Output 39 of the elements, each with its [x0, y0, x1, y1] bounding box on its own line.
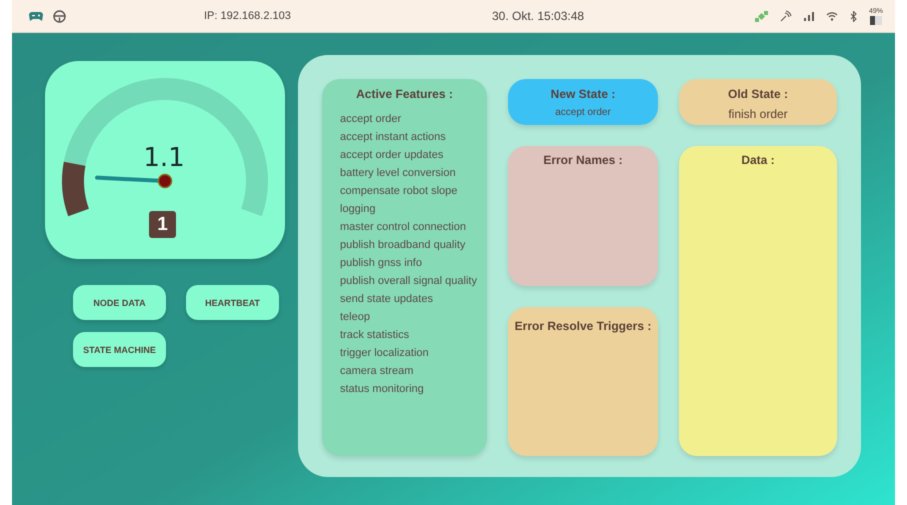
- feature-item: battery level conversion: [340, 166, 457, 181]
- card-title: Error Names :: [543, 153, 623, 167]
- signal-icon: [780, 10, 792, 22]
- gamepad-icon: [29, 10, 43, 22]
- feature-item: send state updates: [340, 292, 434, 307]
- cellular-icon: [804, 12, 814, 20]
- feature-item: logging: [340, 202, 376, 217]
- feature-item: publish gnss info: [340, 256, 423, 271]
- ip-address: IP: 192.168.2.103: [204, 10, 291, 22]
- gauge-badge: 1: [149, 211, 176, 238]
- date-time: 30. Okt. 15:03:48: [492, 9, 584, 23]
- wifi-icon: [826, 11, 838, 21]
- feature-item: camera stream: [340, 364, 414, 379]
- satellite-icon: [754, 10, 768, 22]
- card-title: Error Resolve Triggers :: [514, 319, 652, 333]
- steering-wheel-icon: [53, 10, 66, 22]
- gauge-value: 1.1: [143, 143, 185, 173]
- card-title: Data :: [741, 153, 775, 167]
- feature-item: accept order updates: [340, 148, 444, 163]
- feature-item: publish overall signal quality: [340, 274, 478, 289]
- feature-item: master control connection: [340, 220, 467, 235]
- feature-item: status monitoring: [340, 382, 425, 397]
- feature-item: accept instant actions: [340, 130, 447, 145]
- feature-item: trigger localization: [340, 346, 430, 361]
- card-title: Old State :: [728, 87, 788, 101]
- feature-item: publish broadband quality: [340, 238, 466, 253]
- card-title: Active Features :: [355, 87, 454, 101]
- nav-button[interactable]: NODE DATA: [73, 285, 166, 320]
- state-value: finish order: [728, 107, 788, 121]
- bluetooth-icon: [850, 10, 857, 22]
- feature-item: accept order: [340, 112, 402, 127]
- feature-item: teleop: [340, 310, 371, 325]
- feature-item: compensate robot slope: [340, 184, 458, 199]
- nav-button[interactable]: STATE MACHINE: [73, 332, 166, 367]
- battery-icon: [870, 16, 882, 24]
- card-title: New State :: [550, 87, 616, 101]
- nav-button[interactable]: HEARTBEAT: [186, 285, 279, 320]
- state-value: accept order: [555, 107, 611, 118]
- feature-item: track statistics: [340, 328, 410, 343]
